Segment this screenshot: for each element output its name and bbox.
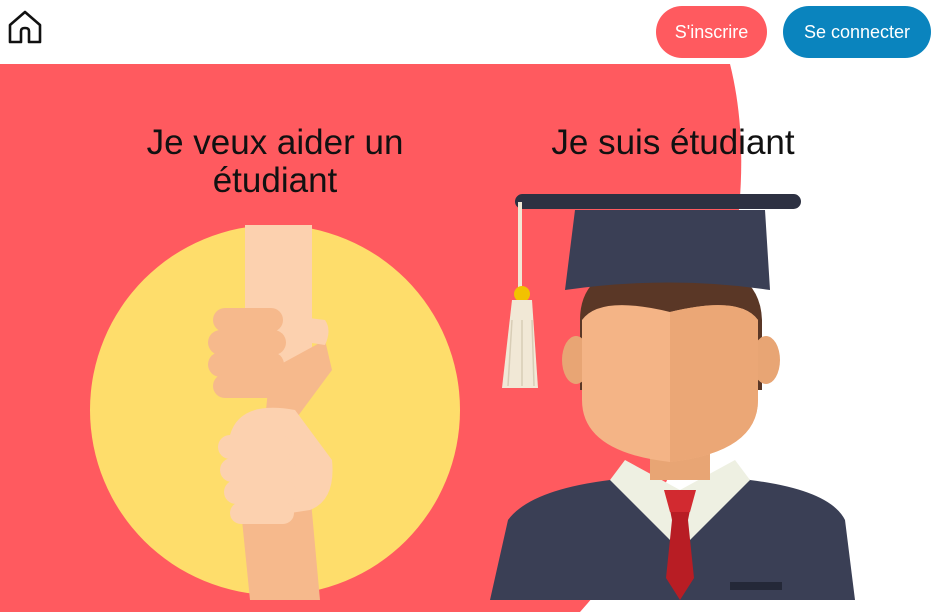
register-button[interactable]: S'inscrire [656, 6, 767, 58]
student-option-card[interactable] [490, 110, 870, 605]
top-navigation-bar: S'inscrire Se connecter [0, 0, 941, 64]
handshake-help-icon [90, 225, 460, 600]
helper-option-card[interactable] [80, 110, 470, 605]
graduate-icon [490, 194, 855, 600]
home-icon[interactable] [7, 9, 43, 45]
login-button[interactable]: Se connecter [783, 6, 931, 58]
